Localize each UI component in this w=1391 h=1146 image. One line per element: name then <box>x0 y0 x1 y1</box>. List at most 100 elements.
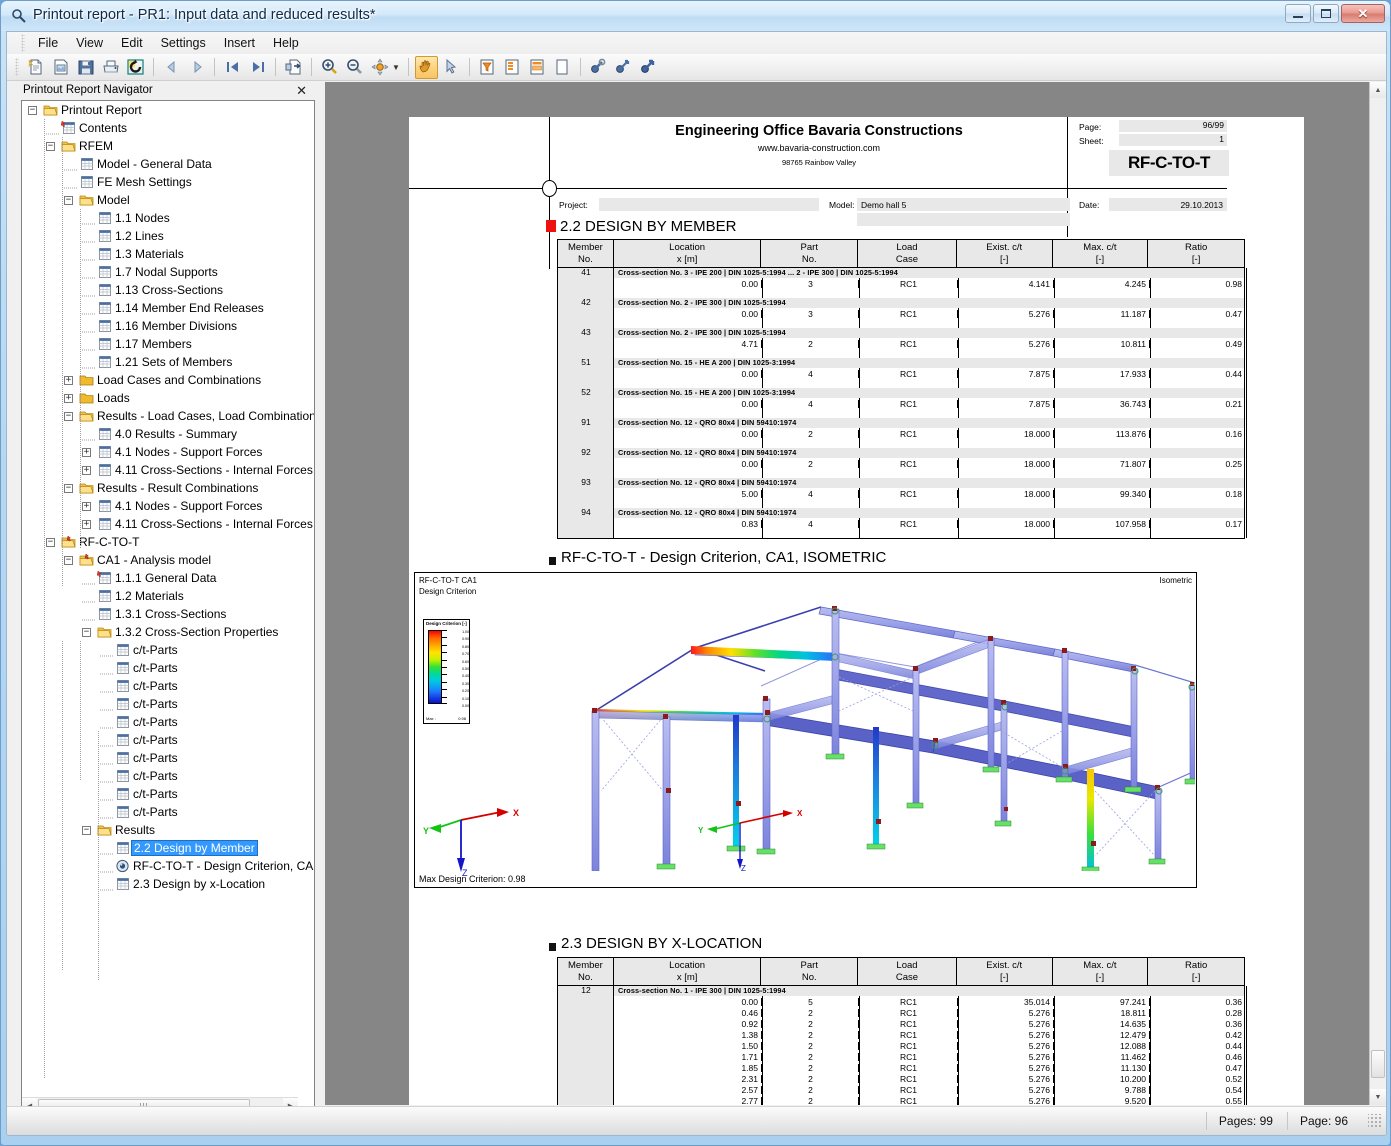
tree-item[interactable]: c/t-Parts <box>22 713 314 731</box>
lock-icon[interactable] <box>637 56 660 79</box>
collapse-toggle-icon[interactable]: − <box>82 825 91 835</box>
tree-item[interactable]: +4.11 Cross-Sections - Internal Forces <box>22 461 314 479</box>
scroll-down-button[interactable]: ▼ <box>1370 1089 1386 1105</box>
first-page-icon[interactable] <box>221 56 244 79</box>
pan-dropdown-arrow-icon[interactable]: ▼ <box>392 63 400 72</box>
tree-item[interactable]: Contents <box>22 119 314 137</box>
tree-item[interactable]: c/t-Parts <box>22 659 314 677</box>
column-header[interactable]: Ratio [-] <box>1148 958 1244 985</box>
tree-item[interactable]: 1.21 Sets of Members <box>22 353 314 371</box>
tree-item[interactable]: +4.11 Cross-Sections - Internal Forces <box>22 515 314 533</box>
collapse-toggle-icon[interactable]: − <box>46 141 55 151</box>
minimize-button[interactable] <box>1285 4 1311 23</box>
table-row[interactable]: 0.46 2 RC1 5.276 18.811 0.28 <box>614 1007 1246 1018</box>
scroll-thumb-vertical[interactable] <box>1371 1050 1385 1078</box>
tree-item[interactable]: c/t-Parts <box>22 695 314 713</box>
tree-item[interactable]: c/t-Parts <box>22 731 314 749</box>
tree-item[interactable]: − Model <box>22 191 314 209</box>
tree-item[interactable]: 2.3 Design by x-Location <box>22 875 314 893</box>
expand-toggle-icon[interactable]: + <box>82 519 91 529</box>
table-row[interactable]: 2.77 2 RC1 5.276 9.520 0.55 <box>614 1095 1246 1106</box>
tree-item[interactable]: +4.1 Nodes - Support Forces <box>22 443 314 461</box>
design-by-member-table[interactable]: Member No. Location x [m] Part No. Load Case Exi… <box>557 239 1247 539</box>
export-icon[interactable] <box>282 56 305 79</box>
arrow-select-icon[interactable] <box>440 56 463 79</box>
last-page-icon[interactable] <box>246 56 269 79</box>
table-row[interactable]: 1.50 2 RC1 5.276 12.088 0.44 <box>614 1040 1246 1051</box>
column-header[interactable]: Member No. <box>558 240 614 267</box>
refresh-icon[interactable] <box>124 56 147 79</box>
column-header[interactable]: Load Case <box>858 958 957 985</box>
pan-navigate-icon[interactable] <box>368 56 391 79</box>
tree-item[interactable]: 1.1 Nodes <box>22 209 314 227</box>
column-header[interactable]: Max. c/t [-] <box>1053 958 1149 985</box>
tree-item[interactable]: c/t-Parts <box>22 785 314 803</box>
filter-icon[interactable] <box>476 56 499 79</box>
document-vertical-scrollbar[interactable]: ▲ ▼ <box>1369 82 1386 1105</box>
tree-item[interactable]: 1.13 Cross-Sections <box>22 281 314 299</box>
page-setup-icon[interactable] <box>501 56 524 79</box>
expand-toggle-icon[interactable]: + <box>82 447 91 457</box>
table-row[interactable]: 0.00 3 RC1 5.276 11.187 0.47 <box>614 308 1246 319</box>
table-row[interactable]: 0.00 4 RC1 7.875 36.743 0.21 <box>614 398 1246 409</box>
table-row[interactable]: 2.57 2 RC1 5.276 9.788 0.54 <box>614 1084 1246 1095</box>
collapse-toggle-icon[interactable]: − <box>64 195 73 205</box>
table-row[interactable]: 2.31 2 RC1 5.276 10.200 0.52 <box>614 1073 1246 1084</box>
expand-toggle-icon[interactable]: + <box>82 501 91 511</box>
table-row[interactable]: 1.71 2 RC1 5.276 11.462 0.46 <box>614 1051 1246 1062</box>
tree-item[interactable]: 1.1.1 General Data <box>22 569 314 587</box>
design-criterion-figure[interactable]: RF-C-TO-T CA1 Design Criterion Isometric… <box>414 572 1197 888</box>
tree-item[interactable]: − CA1 - Analysis model <box>22 551 314 569</box>
collapse-toggle-icon[interactable]: − <box>64 411 73 421</box>
column-header[interactable]: Location x [m] <box>614 240 762 267</box>
menu-item-settings[interactable]: Settings <box>152 34 215 52</box>
expand-toggle-icon[interactable]: + <box>64 393 73 403</box>
menu-item-view[interactable]: View <box>67 34 112 52</box>
table-row[interactable]: 0.00 3 RC1 4.141 4.245 0.98 <box>614 278 1246 289</box>
tree-item[interactable]: RF-C-TO-T - Design Criterion, CA <box>22 857 314 875</box>
menu-item-help[interactable]: Help <box>264 34 308 52</box>
tree-item[interactable]: + Load Cases and Combinations <box>22 371 314 389</box>
tree-item[interactable]: Model - General Data <box>22 155 314 173</box>
tree-item[interactable]: 1.14 Member End Releases <box>22 299 314 317</box>
column-header[interactable]: Exist. c/t [-] <box>957 958 1053 985</box>
table-row[interactable]: 0.00 2 RC1 18.000 71.807 0.25 <box>614 458 1246 469</box>
tree-item[interactable]: + Loads <box>22 389 314 407</box>
tree-item[interactable]: 1.16 Member Divisions <box>22 317 314 335</box>
column-header[interactable]: Exist. c/t [-] <box>957 240 1053 267</box>
scroll-up-button[interactable]: ▲ <box>1370 82 1386 98</box>
column-header[interactable]: Max. c/t [-] <box>1053 240 1149 267</box>
new-report-icon[interactable] <box>24 56 47 79</box>
column-header[interactable]: Load Case <box>858 240 957 267</box>
tree-item[interactable]: − Results <box>22 821 314 839</box>
maximize-button[interactable] <box>1313 4 1339 23</box>
tree-item[interactable]: − 1.3.2 Cross-Section Properties <box>22 623 314 641</box>
table-row[interactable]: 5.00 4 RC1 18.000 99.340 0.18 <box>614 488 1246 499</box>
collapse-toggle-icon[interactable]: − <box>82 627 91 637</box>
column-header[interactable]: Ratio [-] <box>1148 240 1244 267</box>
tree-item[interactable]: 1.3 Materials <box>22 245 314 263</box>
column-header[interactable]: Part No. <box>761 240 859 267</box>
header-footer-icon[interactable] <box>526 56 549 79</box>
design-by-x-location-table[interactable]: Member No. Location x [m] Part No. Load Case Exi… <box>557 957 1247 1106</box>
tree-item[interactable]: 1.7 Nodal Supports <box>22 263 314 281</box>
tree-item[interactable]: − Printout Report <box>22 101 314 119</box>
zoom-out-icon[interactable] <box>343 56 366 79</box>
zoom-in-icon[interactable] <box>318 56 341 79</box>
next-page-icon[interactable] <box>185 56 208 79</box>
collapse-toggle-icon[interactable]: − <box>64 555 73 565</box>
table-row[interactable]: 1.38 2 RC1 5.276 12.479 0.42 <box>614 1029 1246 1040</box>
tree-item[interactable]: FE Mesh Settings <box>22 173 314 191</box>
collapse-toggle-icon[interactable]: − <box>28 105 37 115</box>
hand-select-icon[interactable] <box>414 55 438 79</box>
tree-item[interactable]: 1.2 Materials <box>22 587 314 605</box>
tree-item[interactable]: − RFEM <box>22 137 314 155</box>
table-row[interactable]: 1.85 2 RC1 5.276 11.130 0.47 <box>614 1062 1246 1073</box>
tree-item[interactable]: − Results - Result Combinations <box>22 479 314 497</box>
menu-item-edit[interactable]: Edit <box>112 34 152 52</box>
report-tree[interactable]: − Printout Report Contents − RFEM Model - Gen… <box>22 101 314 1113</box>
tree-item[interactable]: − RF-C-TO-T <box>22 533 314 551</box>
table-row[interactable]: 0.00 5 RC1 35.014 97.241 0.36 <box>614 996 1246 1007</box>
tree-item[interactable]: c/t-Parts <box>22 803 314 821</box>
menu-item-insert[interactable]: Insert <box>215 34 264 52</box>
